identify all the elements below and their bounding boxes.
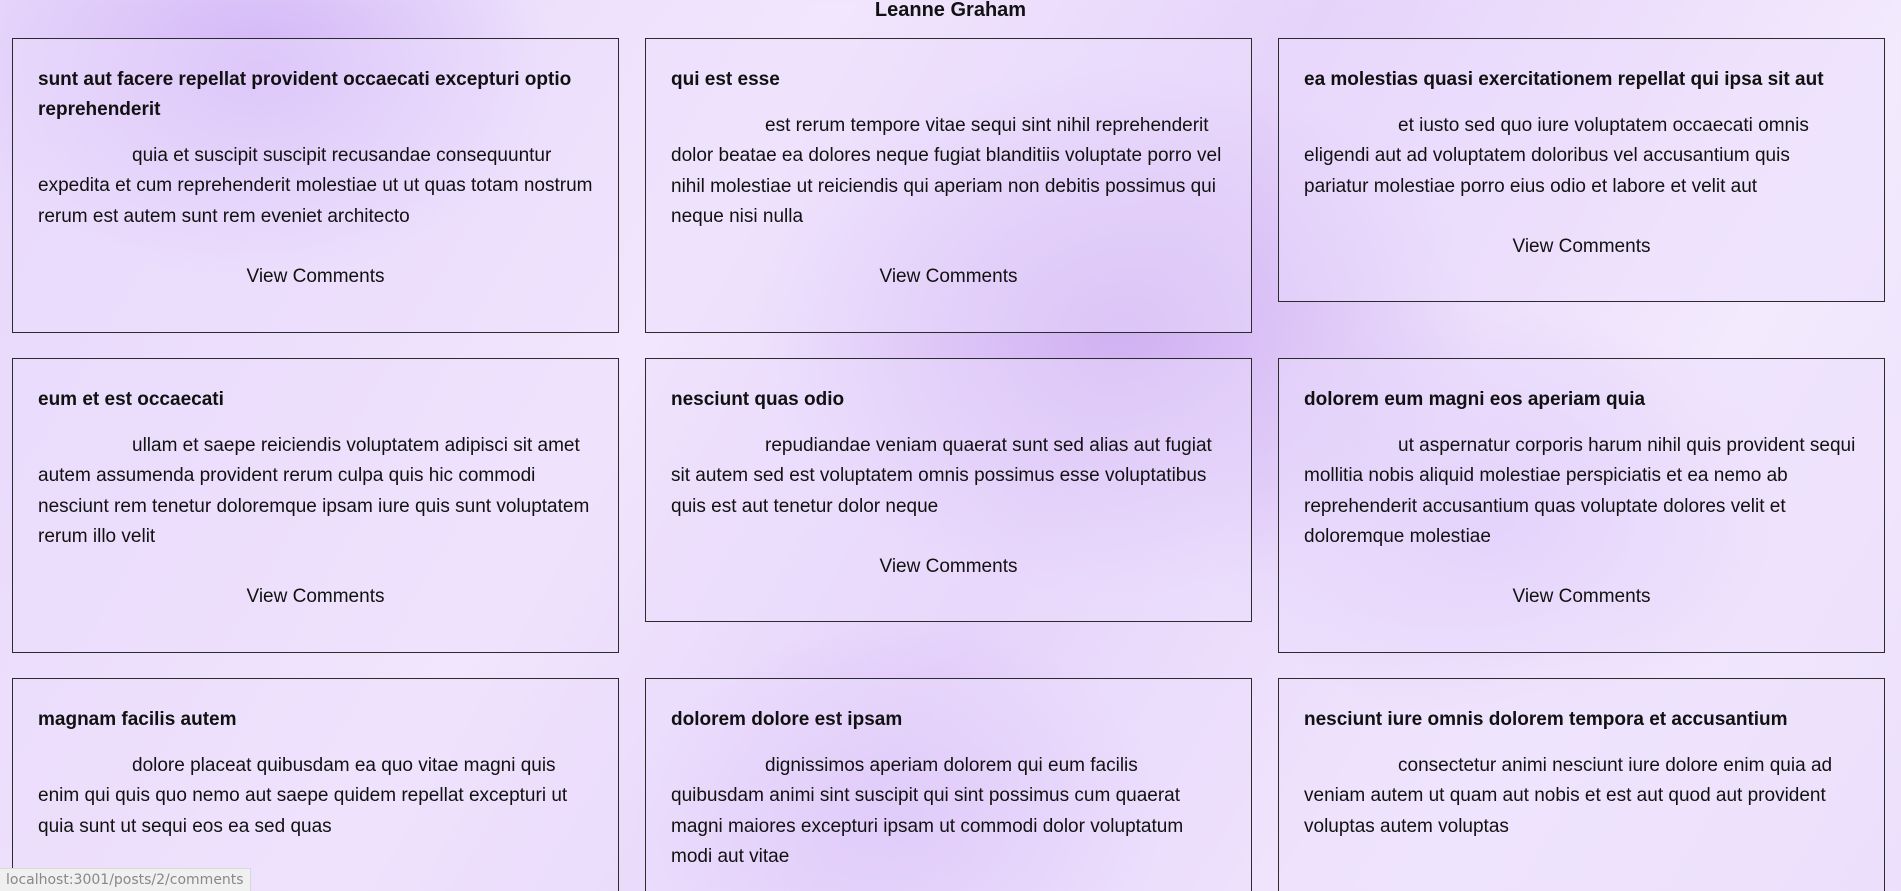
post-body: est rerum tempore vitae sequi sint nihil…	[671, 115, 1222, 227]
view-comments-link[interactable]: View Comments	[671, 552, 1226, 582]
view-comments-link[interactable]: View Comments	[1304, 232, 1859, 262]
post-card: nesciunt quas odio repudiandae veniam qu…	[645, 358, 1252, 622]
post-title: qui est esse	[671, 69, 780, 90]
post-body: repudiandae veniam quaerat sunt sed alia…	[671, 435, 1212, 517]
view-comments-link[interactable]: View Comments	[38, 582, 593, 612]
link-preview-status-bar: localhost:3001/posts/2/comments	[0, 868, 251, 891]
post-title: nesciunt iure omnis dolorem tempora et a…	[1304, 709, 1788, 730]
post-body: dolore placeat quibusdam ea quo vitae ma…	[38, 755, 568, 837]
post-title: dolorem eum magni eos aperiam quia	[1304, 389, 1646, 410]
post-card: ea molestias quasi exercitationem repell…	[1278, 38, 1885, 302]
post-card: dolorem eum magni eos aperiam quia ut as…	[1278, 358, 1885, 653]
post-title: dolorem dolore est ipsam	[671, 709, 903, 730]
post-card: magnam facilis autem dolore placeat quib…	[12, 678, 619, 891]
post-title: magnam facilis autem	[38, 709, 237, 730]
view-comments-link[interactable]: View Comments	[38, 262, 593, 292]
post-body: consectetur animi nesciunt iure dolore e…	[1304, 755, 1833, 837]
post-body: et iusto sed quo iure voluptatem occaeca…	[1304, 115, 1809, 197]
post-card: eum et est occaecati ullam et saepe reic…	[12, 358, 619, 653]
post-card: dolorem dolore est ipsam dignissimos ape…	[645, 678, 1252, 891]
page-title: Leanne Graham	[874, 0, 1027, 21]
post-card: sunt aut facere repellat provident occae…	[12, 38, 619, 333]
post-body: quia et suscipit suscipit recusandae con…	[38, 145, 593, 227]
view-comments-link[interactable]: View Comments	[671, 262, 1226, 292]
post-title: eum et est occaecati	[38, 389, 224, 410]
post-title: nesciunt quas odio	[671, 389, 845, 410]
view-comments-link[interactable]: View Comments	[1304, 582, 1859, 612]
post-body: dignissimos aperiam dolorem qui eum faci…	[671, 755, 1184, 867]
post-body: ut aspernatur corporis harum nihil quis …	[1304, 435, 1856, 547]
post-title: sunt aut facere repellat provident occae…	[38, 69, 572, 120]
post-card: qui est esse est rerum tempore vitae seq…	[645, 38, 1252, 333]
post-card: nesciunt iure omnis dolorem tempora et a…	[1278, 678, 1885, 891]
post-body: ullam et saepe reiciendis voluptatem adi…	[38, 435, 590, 547]
post-title: ea molestias quasi exercitationem repell…	[1304, 69, 1824, 90]
